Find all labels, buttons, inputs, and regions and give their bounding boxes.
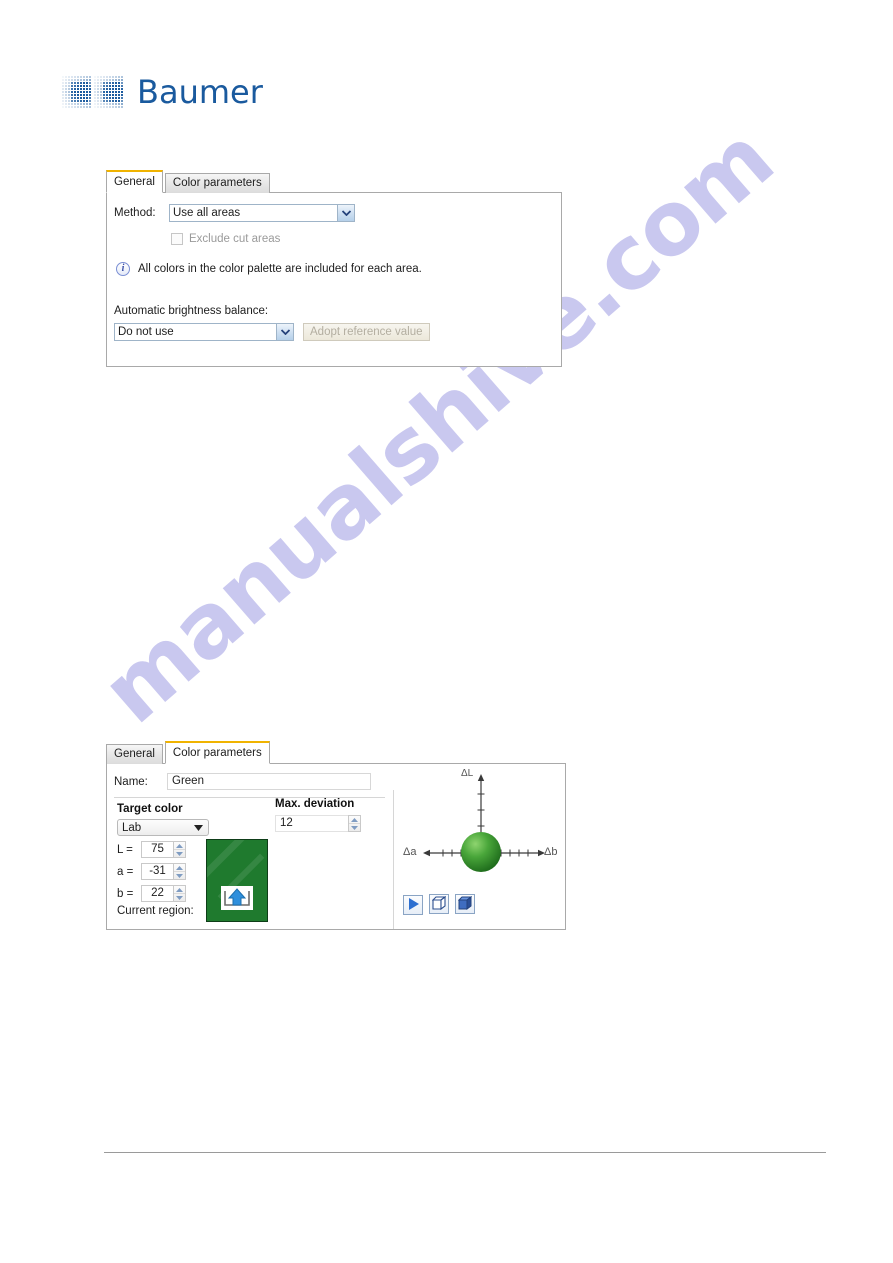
play-icon xyxy=(408,897,419,913)
tab-general[interactable]: General xyxy=(106,170,163,193)
max-deviation-spin-buttons[interactable] xyxy=(348,815,361,832)
target-color-heading: Target color xyxy=(117,803,183,815)
brightness-label: Automatic brightness balance: xyxy=(114,305,269,317)
exclude-cut-areas-row: Exclude cut areas xyxy=(171,233,561,245)
info-row: i All colors in the color palette are in… xyxy=(116,262,561,276)
max-deviation-input[interactable]: 12 xyxy=(275,815,348,832)
channel-l-spin-buttons[interactable] xyxy=(173,841,186,858)
tab-color-parameters[interactable]: Color parameters xyxy=(164,173,270,193)
axis-label-delta-l: ΔL xyxy=(461,768,474,779)
brightness-select-value: Do not use xyxy=(118,326,174,338)
spin-up-icon[interactable] xyxy=(174,842,185,850)
tabstrip-general: General Color parameters xyxy=(106,170,562,193)
upload-arrow-icon xyxy=(220,885,254,911)
lab-space-plot[interactable]: ΔL Δa Δb xyxy=(399,768,563,896)
current-region-label: Current region: xyxy=(117,905,194,917)
method-select[interactable]: Use all areas xyxy=(169,204,355,222)
lab-channels-block: L = 75 a = -31 b = 22 Current region: xyxy=(107,839,392,922)
method-select-value: Use all areas xyxy=(173,207,241,219)
axis-label-delta-a: Δa xyxy=(403,846,417,858)
chevron-down-icon xyxy=(194,822,203,834)
channel-b-label: b = xyxy=(117,887,134,900)
spin-down-icon[interactable] xyxy=(349,824,360,831)
exclude-cut-areas-checkbox[interactable] xyxy=(171,233,183,245)
animate-button[interactable] xyxy=(403,895,423,915)
tabstrip-color-parameters: General Color parameters xyxy=(106,741,566,764)
brightness-row: Do not use Adopt reference value xyxy=(114,323,561,341)
brightness-label-row: Automatic brightness balance: xyxy=(114,305,561,317)
color-parameters-dialog: General Color parameters Name: Green Tar… xyxy=(106,741,566,930)
spin-down-icon[interactable] xyxy=(174,872,185,879)
tab-general[interactable]: General xyxy=(106,744,163,764)
name-label: Name: xyxy=(114,775,148,788)
max-deviation-column: Max. deviation 12 xyxy=(275,798,395,832)
max-deviation-stepper[interactable]: 12 xyxy=(275,815,361,832)
cube-wireframe-icon xyxy=(431,895,447,913)
color-space-select[interactable]: Lab xyxy=(117,819,209,836)
channel-b-input[interactable]: 22 xyxy=(141,885,173,902)
tab-color-parameters[interactable]: Color parameters xyxy=(164,741,270,764)
name-input[interactable]: Green xyxy=(167,773,371,790)
name-row: Name: Green xyxy=(114,773,392,790)
column-divider xyxy=(393,790,394,929)
channel-l-label: L = xyxy=(117,843,133,856)
axis-label-delta-b: Δb xyxy=(544,846,558,858)
max-deviation-heading: Max. deviation xyxy=(275,798,355,810)
solid-cube-button[interactable] xyxy=(455,894,476,914)
footer-rule xyxy=(104,1152,826,1153)
left-column: Name: Green Target color Lab L = 75 a = … xyxy=(107,764,392,929)
general-panel: Method: Use all areas Exclude cut areas … xyxy=(106,192,562,367)
brand-name: Baumer xyxy=(137,73,263,111)
brand-logo: Baumer xyxy=(62,76,263,108)
method-label: Method: xyxy=(114,207,156,219)
channel-a-label: a = xyxy=(117,865,134,878)
wireframe-cube-button[interactable] xyxy=(429,894,450,914)
channel-a-stepper[interactable]: -31 xyxy=(141,863,186,880)
cube-solid-icon xyxy=(458,895,473,913)
exclude-cut-areas-label: Exclude cut areas xyxy=(189,233,281,245)
channel-l-input[interactable]: 75 xyxy=(141,841,173,858)
plot-toolbar xyxy=(403,894,478,915)
current-region-swatch[interactable] xyxy=(206,839,268,922)
spin-up-icon[interactable] xyxy=(174,864,185,872)
chevron-down-icon xyxy=(337,205,354,221)
adopt-reference-value-button[interactable]: Adopt reference value xyxy=(303,323,430,341)
color-space-value: Lab xyxy=(122,821,142,834)
brightness-select[interactable]: Do not use xyxy=(114,323,294,341)
chevron-down-icon xyxy=(276,324,293,340)
info-text: All colors in the color palette are incl… xyxy=(138,263,422,275)
channel-b-stepper[interactable]: 22 xyxy=(141,885,186,902)
baumer-dither-logo-icon xyxy=(62,76,123,108)
channel-a-input[interactable]: -31 xyxy=(141,863,173,880)
spin-up-icon[interactable] xyxy=(349,816,360,824)
color-parameters-panel: Name: Green Target color Lab L = 75 a = … xyxy=(106,763,566,930)
info-icon: i xyxy=(116,262,130,276)
name-input-value: Green xyxy=(172,775,204,787)
channel-l-stepper[interactable]: 75 xyxy=(141,841,186,858)
spin-down-icon[interactable] xyxy=(174,894,185,901)
channel-a-spin-buttons[interactable] xyxy=(173,863,186,880)
max-deviation-row: 12 xyxy=(275,815,395,832)
spin-down-icon[interactable] xyxy=(174,850,185,857)
general-settings-dialog: General Color parameters Method: Use all… xyxy=(106,170,562,367)
method-row: Method: Use all areas xyxy=(114,204,561,222)
spin-up-icon[interactable] xyxy=(174,886,185,894)
channel-b-spin-buttons[interactable] xyxy=(173,885,186,902)
